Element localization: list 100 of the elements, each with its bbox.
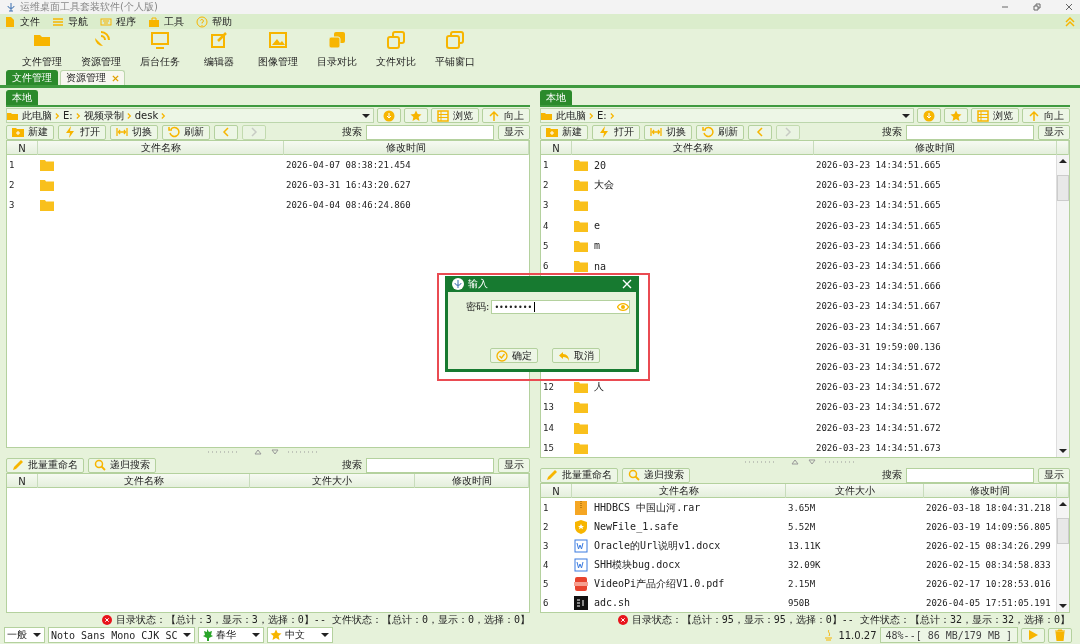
toolbar-button[interactable]: 切换 xyxy=(644,124,692,140)
toolbar-button[interactable]: 打开 xyxy=(58,124,106,140)
toolbar-button[interactable]: 编辑器 xyxy=(189,30,248,69)
toolbar-button[interactable]: 后台任务 xyxy=(130,30,189,69)
scroll-down-icon[interactable] xyxy=(1059,603,1067,609)
dropdown[interactable]: 中文 xyxy=(267,627,334,643)
path-field[interactable]: 此电脑 E: 视频录制 desk xyxy=(6,108,374,123)
toolbar-button[interactable]: 刷新 xyxy=(162,124,210,140)
favorite-button[interactable] xyxy=(404,108,428,123)
folder-icon xyxy=(574,178,588,193)
browse-button[interactable]: 浏览 xyxy=(431,108,479,123)
column-header[interactable]: 文件名称 xyxy=(572,141,814,155)
toolbar-button[interactable]: 批量重命名 xyxy=(6,457,84,473)
dropdown[interactable]: 一般 xyxy=(4,627,45,643)
menu-item[interactable]: 工具 xyxy=(164,14,184,29)
chevron-left-icon xyxy=(220,126,232,138)
column-header[interactable]: 文件大小 xyxy=(786,484,924,498)
eye-icon[interactable] xyxy=(617,301,629,313)
back-button[interactable] xyxy=(748,124,772,140)
column-header[interactable]: 文件名称 xyxy=(572,484,786,498)
column-header[interactable]: 文件大小 xyxy=(250,474,415,488)
download-button[interactable] xyxy=(917,108,941,123)
toolbar-button[interactable]: 图像管理 xyxy=(248,30,307,69)
column-header[interactable]: N xyxy=(7,141,38,155)
up-button[interactable]: 向上 xyxy=(1022,108,1070,123)
shield-icon xyxy=(574,519,588,534)
delete-button[interactable] xyxy=(1048,627,1072,643)
show-button[interactable]: 显示 xyxy=(1038,467,1070,483)
scrollbar[interactable] xyxy=(1056,498,1069,612)
table-cell: 950B xyxy=(788,597,810,608)
toolbar-button[interactable]: 打开 xyxy=(592,124,640,140)
folder-icon xyxy=(40,178,54,193)
toolbar-button[interactable]: 新建 xyxy=(540,124,588,140)
dropdown[interactable]: 春华 xyxy=(198,627,265,643)
new-folder-icon xyxy=(546,126,558,138)
menu-item[interactable]: 程序 xyxy=(116,14,136,29)
toolbar-button[interactable]: 目录对比 xyxy=(307,30,366,69)
column-header[interactable]: 修改时间 xyxy=(284,141,529,155)
caret-icon[interactable] xyxy=(33,632,41,638)
show-button[interactable]: 显示 xyxy=(1038,124,1070,140)
column-header[interactable]: N xyxy=(541,484,572,498)
column-header[interactable]: N xyxy=(541,141,572,155)
path-field[interactable]: 此电脑 E: xyxy=(540,108,914,123)
show-button[interactable]: 显示 xyxy=(498,124,530,140)
toolbar-button[interactable]: 平铺窗口 xyxy=(425,30,484,69)
toolbar-button[interactable]: 批量重命名 xyxy=(540,467,618,483)
column-header[interactable]: 文件名称 xyxy=(38,141,284,155)
ok-button[interactable]: 确定 xyxy=(490,348,538,363)
location-tab[interactable]: 本地 xyxy=(6,90,38,105)
browse-button[interactable]: 浏览 xyxy=(971,108,1019,123)
menu-item[interactable]: 帮助 xyxy=(212,14,232,29)
toolbar-button[interactable]: 递归搜索 xyxy=(622,467,690,483)
search-field[interactable] xyxy=(906,467,1034,483)
restore-icon[interactable] xyxy=(1032,2,1042,12)
cancel-button[interactable]: 取消 xyxy=(552,348,600,363)
caret-icon[interactable] xyxy=(252,632,261,638)
folder-icon xyxy=(574,420,588,435)
dropdown-caret-icon[interactable] xyxy=(362,112,370,119)
caret-icon[interactable] xyxy=(321,632,330,638)
copy-icon xyxy=(385,30,406,50)
dropdown-caret-icon[interactable] xyxy=(902,112,910,119)
table-cell: 2026-03-23 14:34:51.672 xyxy=(816,382,941,393)
toolbar-button[interactable]: 递归搜索 xyxy=(88,457,156,473)
toolbar-button[interactable]: 刷新 xyxy=(696,124,744,140)
swap-icon xyxy=(650,126,662,138)
scrollbar-thumb[interactable] xyxy=(1057,518,1069,544)
toolbar-button[interactable]: 资源管理 xyxy=(71,30,130,69)
favorite-button[interactable] xyxy=(944,108,968,123)
menu-item[interactable]: 文件 xyxy=(20,14,40,29)
table-cell: 2026-03-23 14:34:51.665 xyxy=(816,160,941,171)
column-header[interactable]: N xyxy=(7,474,38,488)
column-header[interactable]: 修改时间 xyxy=(415,474,529,488)
scrollbar-thumb[interactable] xyxy=(1057,175,1069,201)
scroll-down-icon[interactable] xyxy=(1059,448,1067,454)
up-button[interactable]: 向上 xyxy=(482,108,530,123)
forward-button[interactable] xyxy=(776,124,800,140)
search-field[interactable] xyxy=(366,124,494,140)
scrollbar[interactable] xyxy=(1056,155,1069,457)
location-tab[interactable]: 本地 xyxy=(540,90,572,105)
scroll-up-icon[interactable] xyxy=(1059,158,1067,164)
column-header[interactable]: 文件名称 xyxy=(38,474,250,488)
scroll-up-icon[interactable] xyxy=(1059,501,1067,507)
caret-icon[interactable] xyxy=(183,632,192,638)
menu-item[interactable]: 导航 xyxy=(68,14,88,29)
dropdown[interactable]: Noto Sans Mono CJK SC xyxy=(48,627,196,643)
tab[interactable]: 资源管理 xyxy=(60,70,125,85)
toolbar-button[interactable]: 切换 xyxy=(110,124,158,140)
toolbar-button[interactable]: 新建 xyxy=(6,124,54,140)
forward-button[interactable] xyxy=(242,124,266,140)
toolbar-button[interactable]: 文件对比 xyxy=(366,30,425,69)
password-field[interactable]: •••••••• xyxy=(491,300,630,314)
toolbar-button[interactable]: 文件管理 xyxy=(12,30,71,69)
show-button[interactable]: 显示 xyxy=(498,457,530,473)
back-button[interactable] xyxy=(214,124,238,140)
close-icon[interactable] xyxy=(1064,2,1074,12)
download-button[interactable] xyxy=(377,108,401,123)
search-field[interactable] xyxy=(366,457,494,473)
search-field[interactable] xyxy=(906,124,1034,140)
tab[interactable]: 文件管理 xyxy=(6,70,58,85)
run-button[interactable] xyxy=(1021,627,1045,643)
